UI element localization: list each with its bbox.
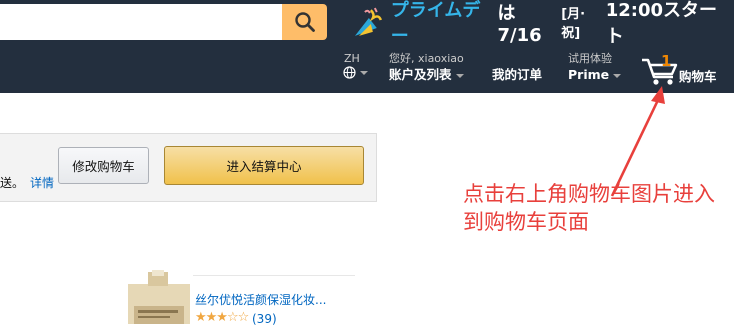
account-label: 账户及列表 [389, 67, 452, 82]
language-code: ZH [344, 52, 360, 65]
chevron-down-icon [360, 70, 368, 75]
search-icon [294, 12, 315, 32]
details-link[interactable]: 详情 [30, 176, 54, 190]
cart-label: 购物车 [679, 69, 717, 84]
language-selector[interactable]: ZH [343, 52, 368, 79]
edit-cart-button[interactable]: 修改购物车 [58, 147, 149, 184]
promo-brand-text: プライムデー [390, 0, 481, 47]
top-navigation-bar: プライムデー は7/16 [月·祝] 12:00スタート ZH 您好, xiao… [0, 0, 734, 93]
rating-stars[interactable]: ★★★☆☆ [195, 310, 249, 325]
orders-label: 我的订单 [492, 67, 543, 82]
greeting-text: 您好, [389, 52, 415, 65]
prime-label: Prime [568, 67, 610, 82]
shipping-note-text: 送。 [0, 176, 25, 190]
shipping-note: 送。 详情 [0, 174, 54, 191]
prime-menu[interactable]: 试用体验 Prime [568, 52, 622, 84]
product-title-link[interactable]: 丝尔优悦活颜保湿化妆... [195, 291, 326, 308]
globe-icon [343, 66, 356, 79]
chevron-down-icon [613, 73, 622, 78]
prime-day-logo-icon [354, 7, 382, 36]
section-divider [193, 275, 355, 276]
cart-link[interactable]: 1 购物车 [641, 52, 731, 88]
annotation-text: 点击右上角购物车图片进入到购物车页面 [463, 182, 715, 234]
prime-day-promo-banner[interactable]: プライムデー は7/16 [月·祝] 12:00スタート [353, 0, 734, 47]
cart-count: 1 [661, 52, 672, 70]
chevron-down-icon [455, 73, 464, 78]
username: xiaoxiao [418, 52, 464, 65]
promo-time-text: 12:00スタート [605, 0, 717, 47]
search-button[interactable] [282, 4, 327, 40]
promo-date-text: は7/16 [497, 2, 542, 46]
product-image[interactable] [100, 270, 192, 324]
promo-date-bracket: [月·祝] [561, 7, 586, 41]
prime-small-text: 试用体验 [568, 52, 612, 65]
my-orders-link[interactable]: 我的订单 [492, 66, 542, 84]
proceed-to-checkout-button[interactable]: 进入结算中心 [164, 146, 364, 185]
search-input[interactable] [0, 4, 282, 40]
account-and-lists-menu[interactable]: 您好, xiaoxiao 账户及列表 [389, 52, 464, 84]
